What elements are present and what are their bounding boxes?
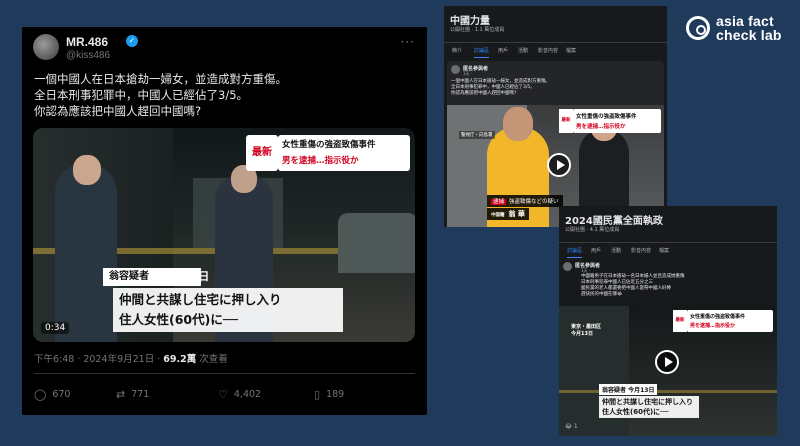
- news-headline: 最新 女性重傷の強盗致傷事件 男を逮捕…指示役か: [673, 310, 773, 332]
- tab-members[interactable]: 用戶: [498, 47, 508, 54]
- author-name[interactable]: MR.486: [66, 35, 108, 49]
- tab-events[interactable]: 活動: [518, 47, 528, 54]
- tab-files[interactable]: 檔案: [566, 47, 576, 54]
- video-location: 警視庁・向島署: [459, 131, 495, 139]
- post-text: 一個中國人在日本搶劫一婦女，並造成對方重傷。 全日本刑事犯罪中，中國人已經佔了3…: [451, 79, 550, 96]
- asia-fact-check-lab-logo: asia fact check lab: [686, 12, 796, 48]
- video-location: 東京・墨田区 今月13日: [571, 324, 602, 337]
- logo-text: asia fact check lab: [716, 13, 782, 43]
- news-new-badge: 最新: [673, 310, 687, 332]
- tweet-card: MR.486 ✓ @kiss486 ··· 一個中國人在日本搶劫一婦女，並造成對…: [22, 27, 427, 415]
- verified-badge-icon: ✓: [126, 35, 138, 47]
- news-new-badge: 最新: [559, 109, 573, 133]
- avatar[interactable]: [33, 34, 59, 60]
- view-count: 69.2萬: [163, 354, 197, 365]
- post-text: 中國籍男子在日本搶劫一名日本婦人並且造成她重傷 日本刑事犯罪中國人已佔近五分之三…: [581, 274, 685, 297]
- video-duration: 0:34: [41, 322, 70, 334]
- group-tabs: 討論區 用戶 活動 影音內容 檔案: [559, 242, 777, 258]
- reply-button[interactable]: ◯ 670: [34, 384, 70, 404]
- bookmark-icon: ▯: [314, 387, 321, 401]
- suspect-label: 翁容疑者 今月13日: [599, 384, 658, 395]
- play-icon[interactable]: [547, 153, 571, 177]
- group-tabs: 簡介 討論區 用戶 活動 影音內容 檔案: [444, 42, 667, 58]
- tab-discussion[interactable]: 討論區: [474, 47, 490, 58]
- video-scene-officer: [55, 155, 117, 342]
- reaction-count[interactable]: 😂 1: [565, 423, 578, 430]
- avatar[interactable]: [451, 65, 460, 74]
- video-scene-car: [338, 213, 415, 273]
- tab-discussion[interactable]: 討論區: [567, 247, 583, 258]
- retweet-button[interactable]: ⇄ 771: [116, 384, 149, 404]
- video-caption: 逮捕 強盗致傷などの疑い: [487, 195, 563, 207]
- tweet-text-line: 你認為應該把中國人趕回中國嗎?: [34, 104, 202, 118]
- play-icon[interactable]: [655, 350, 679, 374]
- author-handle[interactable]: @kiss486: [66, 50, 110, 61]
- more-options-icon[interactable]: ···: [401, 35, 415, 49]
- news-headline: 最新 女性重傷の強盗致傷事件 男を逮捕…指示役か: [559, 109, 661, 133]
- avatar[interactable]: [563, 262, 572, 271]
- news-headline: 女性重傷の強盗致傷事件 男を逮捕…指示役か: [278, 135, 410, 171]
- video-caption: 仲間と共謀し住宅に押し入り 住人女性(60代)に──: [113, 288, 343, 332]
- group-title[interactable]: 2024國民黨全面執政: [565, 212, 663, 227]
- group-title[interactable]: 中國力量: [450, 12, 490, 27]
- video-caption: 仲間と共謀し住宅に押し入り 住人女性(60代)に──: [599, 396, 699, 418]
- tab-about[interactable]: 簡介: [452, 47, 462, 54]
- heart-icon: ♡: [218, 387, 228, 401]
- retweet-icon: ⇄: [116, 387, 126, 401]
- tab-media[interactable]: 影音內容: [631, 247, 651, 254]
- divider: [34, 373, 415, 374]
- video-scene-fence: [559, 390, 777, 393]
- tweet-text-line: 一個中國人在日本搶劫一婦女，並造成對方重傷。: [34, 72, 287, 86]
- like-button[interactable]: ♡ 4,402: [218, 384, 261, 404]
- tweet-meta: 下午6:48 · 2024年9月21日 · 69.2萬 次查看: [34, 354, 228, 365]
- tweet-video[interactable]: 最新 女性重傷の強盗致傷事件 男を逮捕…指示役か 翁容疑者 今月13日 仲間と共…: [33, 128, 415, 342]
- news-new-badge: 最新: [246, 135, 278, 171]
- reply-icon: ◯: [34, 387, 47, 401]
- tweet-actions: ◯ 670 ⇄ 771 ♡ 4,402 ▯ 189: [34, 384, 415, 404]
- video-name-caption: 中国籍翁 華: [487, 208, 529, 220]
- facebook-group-screenshot-2: 2024國民黨全面執政 公開社團 · 4.1 萬位成員 討論區 用戶 活動 影音…: [559, 206, 777, 436]
- tab-events[interactable]: 活動: [611, 247, 621, 254]
- group-subtitle: 公開社團 · 1.1 萬位成員: [450, 27, 505, 33]
- group-post: 匿名參與者 1天 · 一個中國人在日本搶劫一婦女，並造成對方重傷。 全日本刑事犯…: [447, 61, 664, 227]
- logo-mark-icon: [686, 16, 710, 40]
- tab-media[interactable]: 影音內容: [538, 47, 558, 54]
- tab-members[interactable]: 用戶: [591, 247, 601, 254]
- facebook-group-screenshot-1: 中國力量 公開社團 · 1.1 萬位成員 簡介 討論區 用戶 活動 影音內容 檔…: [444, 6, 667, 227]
- tweet-text: 一個中國人在日本搶劫一婦女，並造成對方重傷。 全日本刑事犯罪中，中國人已經佔了3…: [34, 71, 419, 119]
- group-subtitle: 公開社團 · 4.1 萬位成員: [565, 227, 620, 233]
- bookmark-button[interactable]: ▯ 189: [314, 384, 344, 404]
- tab-files[interactable]: 檔案: [659, 247, 669, 254]
- video-date: 今月13日: [161, 270, 210, 283]
- post-time: 1天 ·: [463, 71, 473, 76]
- post-video[interactable]: 最新 女性重傷の強盗致傷事件 男を逮捕…指示役か 東京・墨田区 今月13日 翁容…: [559, 306, 777, 436]
- tweet-text-line: 全日本刑事犯罪中，中國人已經佔了3/5。: [34, 88, 249, 102]
